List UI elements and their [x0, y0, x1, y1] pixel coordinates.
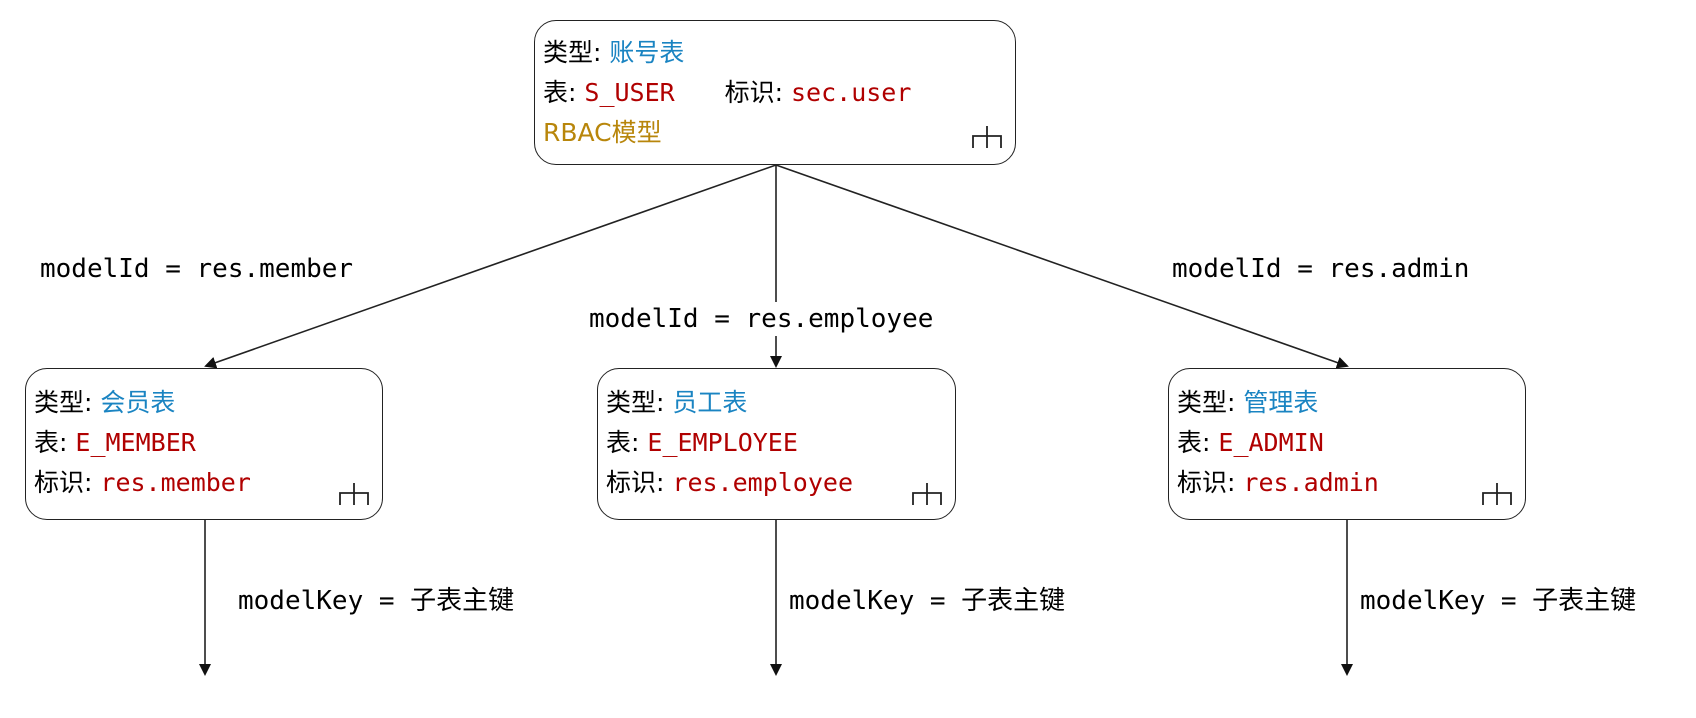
table-value: E_ADMIN — [1218, 428, 1324, 457]
key-label-admin: modelKey = 子表主键 — [1358, 584, 1639, 618]
key-label-employee: modelKey = 子表主键 — [787, 584, 1068, 618]
key-label-member: modelKey = 子表主键 — [236, 584, 517, 618]
member-id-row: 标识: res.member — [34, 463, 251, 503]
employee-table-row: 表: E_EMPLOYEE — [606, 423, 798, 463]
root-model-row: RBAC模型 — [543, 113, 662, 153]
root-type-row: 类型: 账号表 — [543, 33, 684, 73]
table-value: E_EMPLOYEE — [647, 428, 798, 457]
id-label: 标识: — [1177, 468, 1236, 497]
hierarchy-icon — [972, 126, 1002, 148]
admin-id-row: 标识: res.admin — [1177, 463, 1379, 503]
table-label: 表: — [1177, 428, 1211, 457]
table-label: 表: — [34, 428, 68, 457]
admin-type-row: 类型: 管理表 — [1177, 383, 1318, 423]
model-label: RBAC模型 — [543, 118, 662, 147]
table-value: E_MEMBER — [75, 428, 196, 457]
table-label: 表: — [543, 78, 577, 107]
id-value: sec.user — [791, 78, 912, 107]
child-node-admin[interactable]: 类型: 管理表 表: E_ADMIN 标识: res.admin — [1168, 368, 1526, 520]
hierarchy-icon — [1482, 483, 1512, 505]
edge-label-member: modelId = res.member — [38, 252, 356, 286]
table-value: S_USER — [584, 78, 675, 107]
table-label: 表: — [606, 428, 640, 457]
admin-table-row: 表: E_ADMIN — [1177, 423, 1324, 463]
root-node[interactable]: 类型: 账号表 表: S_USER 标识: sec.user RBAC模型 — [534, 20, 1016, 165]
type-label: 类型: — [606, 388, 665, 417]
employee-type-row: 类型: 员工表 — [606, 383, 747, 423]
id-value: res.member — [100, 468, 251, 497]
type-value: 员工表 — [672, 388, 748, 417]
type-value: 会员表 — [100, 388, 176, 417]
id-label: 标识: — [34, 468, 93, 497]
type-value: 账号表 — [609, 38, 685, 67]
hierarchy-icon — [912, 483, 942, 505]
member-type-row: 类型: 会员表 — [34, 383, 175, 423]
type-label: 类型: — [543, 38, 602, 67]
type-label: 类型: — [34, 388, 93, 417]
root-table-row: 表: S_USER 标识: sec.user — [543, 73, 911, 113]
type-label: 类型: — [1177, 388, 1236, 417]
employee-id-row: 标识: res.employee — [606, 463, 853, 503]
edge-label-employee: modelId = res.employee — [587, 302, 936, 336]
id-value: res.employee — [672, 468, 854, 497]
edge-label-admin: modelId = res.admin — [1170, 252, 1472, 286]
id-label: 标识: — [606, 468, 665, 497]
member-table-row: 表: E_MEMBER — [34, 423, 196, 463]
id-label: 标识: — [724, 78, 784, 107]
id-value: res.admin — [1243, 468, 1379, 497]
type-value: 管理表 — [1243, 388, 1319, 417]
child-node-member[interactable]: 类型: 会员表 表: E_MEMBER 标识: res.member — [25, 368, 383, 520]
child-node-employee[interactable]: 类型: 员工表 表: E_EMPLOYEE 标识: res.employee — [597, 368, 956, 520]
hierarchy-icon — [339, 483, 369, 505]
